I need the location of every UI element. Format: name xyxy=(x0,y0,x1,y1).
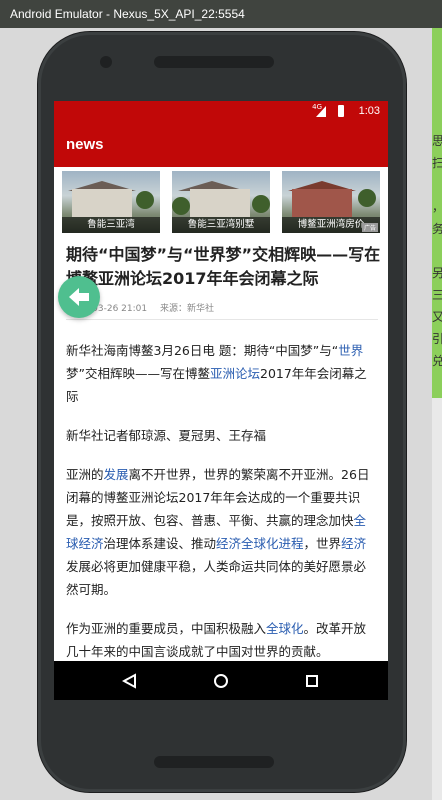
house-photo xyxy=(190,189,250,217)
paragraph-text: 治理体系建设、推动 xyxy=(103,536,217,551)
keyword-link[interactable]: 亚洲论坛 xyxy=(210,366,260,381)
nav-back-button[interactable] xyxy=(100,661,160,700)
top-speaker xyxy=(154,56,274,68)
triangle-back-icon xyxy=(122,673,136,689)
keyword-link[interactable]: 世界 xyxy=(338,343,363,358)
keyword-link[interactable]: 全球化 xyxy=(266,621,304,636)
article-paragraph: 新华社记者郁琼源、夏冠男、王存福 xyxy=(66,424,378,447)
paragraph-text: 梦”交相辉映——写在博鳌 xyxy=(66,366,210,381)
carousel-caption: 鲁能三亚湾别墅 xyxy=(172,217,270,233)
circle-home-icon xyxy=(214,674,228,688)
emulator-title: Android Emulator - Nexus_5X_API_22:5554 xyxy=(10,7,245,21)
carousel-item[interactable]: 博鳌亚洲湾房价 广告 xyxy=(282,171,380,233)
navigation-bar xyxy=(54,661,388,700)
front-camera xyxy=(100,56,112,68)
paragraph-text: 新华社海南博鳌3月26日电 题：期待“中国梦”与“ xyxy=(66,343,339,358)
battery-icon xyxy=(338,105,344,117)
signal-icon xyxy=(316,106,326,117)
house-photo xyxy=(292,189,352,217)
app-title: news xyxy=(66,136,104,153)
carousel-item[interactable]: 鲁能三亚湾 xyxy=(62,171,160,233)
device-screen: 4G 1:03 news 鲁能三亚湾 鲁能三亚湾别墅 博鳌亚洲湾房价 广告 期待… xyxy=(54,101,388,700)
paragraph-text: 作为亚洲的重要成员，中国积极融入 xyxy=(66,621,267,636)
square-recents-icon xyxy=(306,675,318,687)
back-button[interactable] xyxy=(58,276,100,318)
nav-recents-button[interactable] xyxy=(282,661,342,700)
app-toolbar: news xyxy=(54,123,388,167)
carousel-caption: 鲁能三亚湾 xyxy=(62,217,160,233)
status-bar: 4G 1:03 xyxy=(54,101,388,123)
article-source: 来源：新华社 xyxy=(159,304,214,314)
keyword-link[interactable]: 发展 xyxy=(104,467,129,482)
carousel-item[interactable]: 鲁能三亚湾别墅 xyxy=(172,171,270,233)
arrow-left-icon xyxy=(69,288,89,306)
article-content[interactable]: 鲁能三亚湾 鲁能三亚湾别墅 博鳌亚洲湾房价 广告 期待“中国梦”与“世界梦”交相… xyxy=(54,167,388,661)
keyword-link[interactable]: 经济 xyxy=(341,536,366,551)
ad-badge: 广告 xyxy=(361,223,378,232)
emulator-title-bar: Android Emulator - Nexus_5X_API_22:5554 xyxy=(0,0,442,28)
image-carousel[interactable]: 鲁能三亚湾 鲁能三亚湾别墅 博鳌亚洲湾房价 广告 xyxy=(62,171,380,233)
nav-home-button[interactable] xyxy=(191,661,251,700)
paragraph-text: 亚洲的 xyxy=(66,467,104,482)
tree-shape xyxy=(252,195,270,213)
tree-shape xyxy=(172,197,190,215)
tree-shape xyxy=(358,189,376,207)
article-paragraph: 新华社海南博鳌3月26日电 题：期待“中国梦”与“世界梦”交相辉映——写在博鳌亚… xyxy=(66,339,378,408)
article-paragraph: 作为亚洲的重要成员，中国积极融入全球化。改革开放几十年来的中国言谈成就了中国对世… xyxy=(66,617,378,661)
article-paragraph: 亚洲的发展离不开世界，世界的繁荣离不开亚洲。26日闭幕的博鳌亚洲论坛2017年年… xyxy=(66,463,378,601)
paragraph-text: 新华社记者郁琼源、夏冠男、王存福 xyxy=(66,428,267,443)
status-time: 1:03 xyxy=(358,105,380,117)
keyword-link[interactable]: 经济全球化进程 xyxy=(216,536,304,551)
paragraph-text: 发展必将更加健康平稳，人类命运共同体的美好愿景必然可期。 xyxy=(66,559,367,597)
article-body: 新华社海南博鳌3月26日电 题：期待“中国梦”与“世界梦”交相辉映——写在博鳌亚… xyxy=(66,339,378,661)
side-window-text: 思 扫 ， 务 另 三 又 引 兑 xyxy=(432,134,442,368)
divider xyxy=(66,319,378,320)
article-title: 期待“中国梦”与“世界梦”交相辉映——写在博鳌亚洲论坛2017年年会闭幕之际 xyxy=(66,245,381,288)
tree-shape xyxy=(136,191,154,209)
bottom-speaker xyxy=(154,756,274,768)
paragraph-text: ，世界 xyxy=(303,536,342,551)
house-photo xyxy=(72,189,132,217)
